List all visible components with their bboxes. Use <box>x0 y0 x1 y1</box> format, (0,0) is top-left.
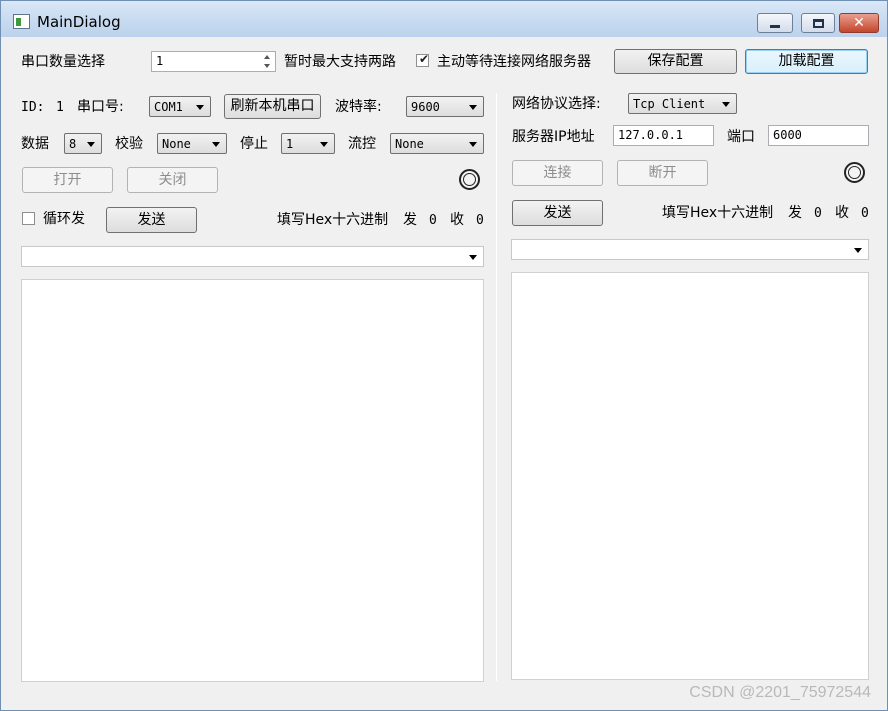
close-window-button[interactable]: ✕ <box>839 13 879 33</box>
minimize-icon <box>770 24 780 28</box>
serial-send-input-combo[interactable] <box>21 246 484 267</box>
load-config-button[interactable]: 加载配置 <box>745 49 868 74</box>
chevron-down-icon <box>196 105 204 110</box>
csdn-watermark: CSDN @2201_75972544 <box>689 684 871 701</box>
data-bits-value: 8 <box>69 137 77 151</box>
flow-control-label: 流控 <box>348 136 376 152</box>
protocol-select[interactable]: Tcp Client <box>628 93 737 114</box>
chevron-down-icon <box>854 248 862 253</box>
data-bits-label: 数据 <box>21 136 49 152</box>
auto-wait-checkbox[interactable]: ✔ <box>416 52 430 67</box>
close-icon: ✕ <box>853 15 865 31</box>
chevron-down-icon <box>469 142 477 147</box>
window-title: MainDialog <box>37 13 121 31</box>
baud-rate-select[interactable]: 9600 <box>406 96 484 117</box>
spin-up-icon[interactable] <box>261 53 274 62</box>
network-hex-label: 填写Hex十六进制 <box>662 205 774 221</box>
stop-bits-select[interactable]: 1 <box>281 133 335 154</box>
minimize-button[interactable] <box>757 13 793 33</box>
auto-wait-label: 主动等待连接网络服务器 <box>437 54 591 70</box>
serial-id-value: 1 <box>56 100 64 115</box>
port-count-label: 串口数量选择 <box>21 54 105 70</box>
chevron-down-icon <box>87 142 95 147</box>
baud-rate-value: 9600 <box>411 100 440 114</box>
serial-recv-count: 0 <box>476 213 484 228</box>
chevron-down-icon <box>469 255 477 260</box>
checkmark-icon: ✔ <box>419 52 430 66</box>
network-recv-count: 0 <box>861 206 869 221</box>
open-port-button[interactable]: 打开 <box>22 167 113 193</box>
serial-port-select[interactable]: COM1 <box>149 96 211 117</box>
serial-send-button[interactable]: 发送 <box>106 207 197 233</box>
stop-bits-value: 1 <box>286 137 294 151</box>
close-port-button[interactable]: 关闭 <box>127 167 218 193</box>
title-bar[interactable]: MainDialog ✕ <box>1 1 887 37</box>
save-config-button[interactable]: 保存配置 <box>614 49 737 74</box>
server-ip-input[interactable]: 127.0.0.1 <box>613 125 714 146</box>
network-sent-count: 0 <box>814 206 822 221</box>
serial-port-value: COM1 <box>154 100 183 114</box>
chevron-down-icon <box>320 142 328 147</box>
refresh-ports-button[interactable]: 刷新本机串口 <box>224 94 321 119</box>
network-send-input-combo[interactable] <box>511 239 869 260</box>
flow-control-value: None <box>395 137 424 151</box>
protocol-label: 网络协议选择: <box>512 96 601 112</box>
serial-sent-count: 0 <box>429 213 437 228</box>
flow-control-select[interactable]: None <box>390 133 484 154</box>
main-dialog-window: MainDialog ✕ 串口数量选择 1 暂时最大支持两路 ✔ 主动等待连接网… <box>0 0 888 711</box>
panel-divider <box>496 93 497 681</box>
disconnect-button[interactable]: 断开 <box>617 160 708 186</box>
loop-send-checkbox[interactable] <box>22 212 35 225</box>
data-bits-select[interactable]: 8 <box>64 133 102 154</box>
parity-label: 校验 <box>115 136 143 152</box>
max-support-note: 暂时最大支持两路 <box>284 54 396 70</box>
serial-recv-label: 收 <box>450 212 464 228</box>
serial-receive-area[interactable] <box>21 279 484 682</box>
chevron-down-icon <box>212 142 220 147</box>
network-status-indicator-icon <box>844 162 865 183</box>
network-sent-label: 发 <box>788 205 802 221</box>
parity-select[interactable]: None <box>157 133 227 154</box>
chevron-down-icon <box>469 105 477 110</box>
serial-status-indicator-icon <box>459 169 480 190</box>
stop-bits-label: 停止 <box>240 136 268 152</box>
network-send-button[interactable]: 发送 <box>512 200 603 226</box>
protocol-value: Tcp Client <box>633 97 706 111</box>
port-count-value: 1 <box>156 54 164 68</box>
loop-send-label: 循环发 <box>43 211 85 227</box>
network-port-label: 端口 <box>727 129 755 145</box>
maximize-icon <box>812 18 824 28</box>
serial-id-label: ID: <box>21 100 45 115</box>
serial-port-label: 串口号: <box>77 99 124 115</box>
serial-hex-label: 填写Hex十六进制 <box>277 212 389 228</box>
port-count-spinbox[interactable]: 1 <box>151 51 276 72</box>
spin-down-icon[interactable] <box>261 62 274 71</box>
parity-value: None <box>162 137 191 151</box>
chevron-down-icon <box>722 102 730 107</box>
baud-rate-label: 波特率: <box>335 99 382 115</box>
app-icon <box>13 14 30 29</box>
network-port-input[interactable]: 6000 <box>768 125 869 146</box>
network-recv-label: 收 <box>835 205 849 221</box>
network-receive-area[interactable] <box>511 272 869 680</box>
maximize-button[interactable] <box>801 13 835 33</box>
connect-button[interactable]: 连接 <box>512 160 603 186</box>
server-ip-label: 服务器IP地址 <box>512 129 595 145</box>
serial-sent-label: 发 <box>403 212 417 228</box>
